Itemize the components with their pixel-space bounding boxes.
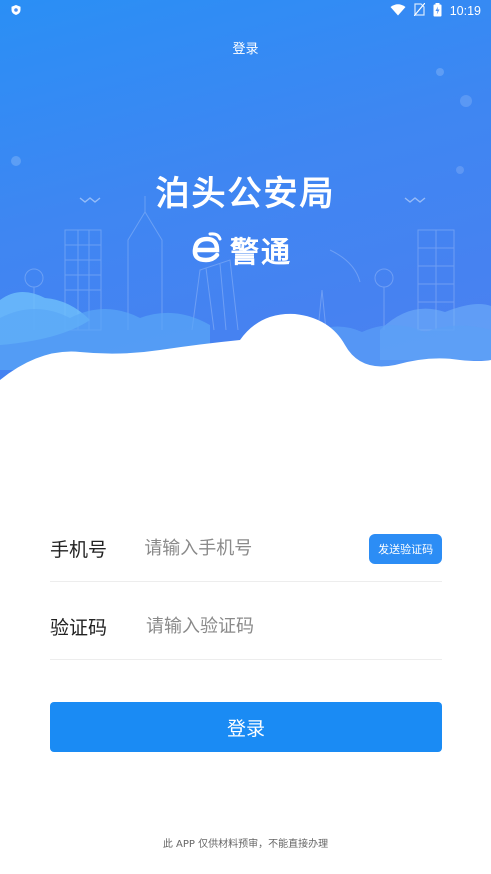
verification-code-input[interactable]: [146, 606, 442, 647]
hero-banner: 10:19 登录 泊头公安局 警通: [0, 0, 491, 395]
brand-logo: 警通: [190, 230, 292, 270]
status-bar: 10:19: [0, 0, 491, 22]
wifi-icon: [390, 3, 406, 19]
page-title: 登录: [232, 42, 259, 57]
battery-charging-icon: [433, 2, 442, 20]
send-code-button[interactable]: 发送验证码: [369, 533, 442, 564]
disclaimer-note: 此 APP 仅供材料预审，不能直接办理: [162, 839, 329, 850]
no-sim-icon: [413, 2, 426, 19]
app-name: 泊头公安局: [155, 174, 336, 214]
brand-name: 警通: [230, 235, 293, 269]
shield-icon: [10, 4, 22, 19]
login-button[interactable]: 登录: [50, 702, 442, 752]
phone-label: 手机号: [50, 539, 108, 561]
phone-row: 手机号 发送验证码: [50, 516, 442, 582]
status-time: 10:19: [449, 4, 481, 18]
code-row: 验证码: [50, 594, 442, 660]
phone-input[interactable]: [144, 528, 370, 569]
code-label: 验证码: [50, 617, 108, 639]
e-logo-icon: [190, 231, 224, 269]
